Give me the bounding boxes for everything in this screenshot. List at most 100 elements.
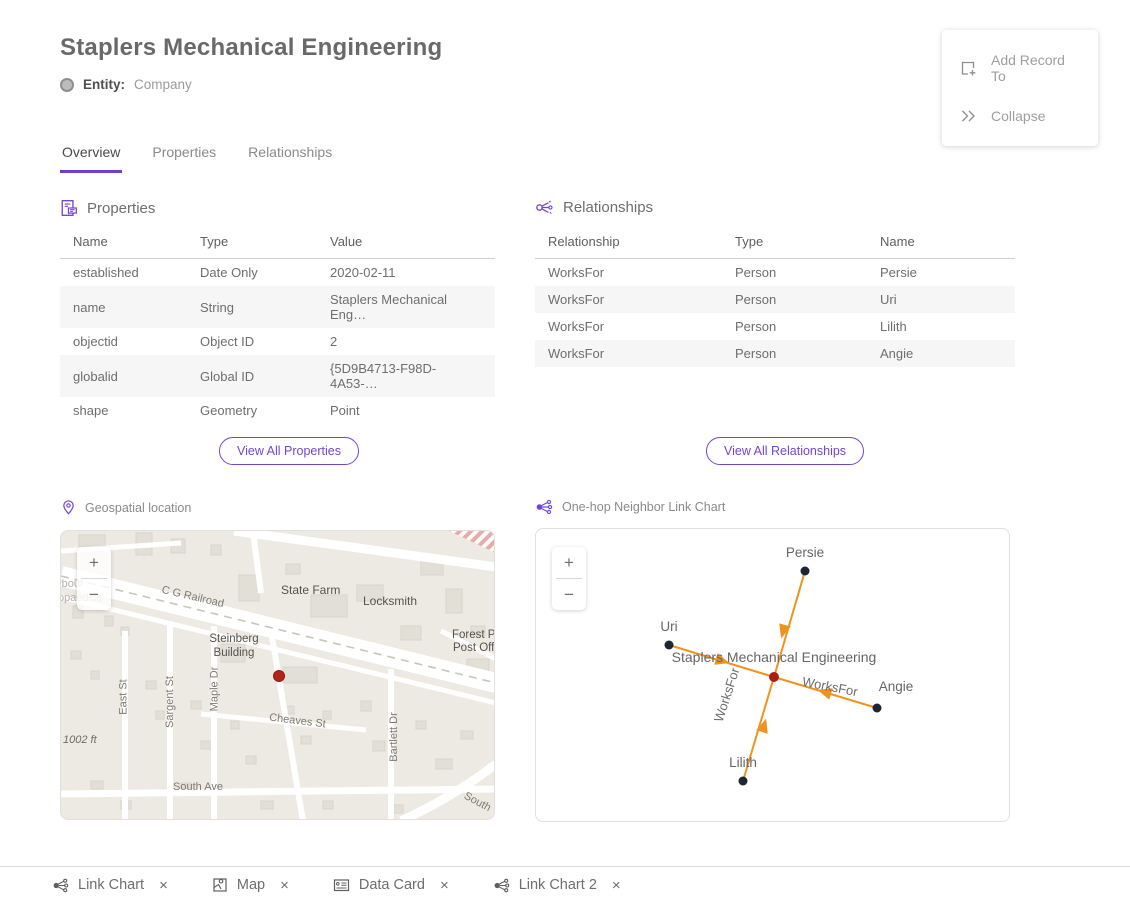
geospatial-section-heading: Geospatial location — [61, 499, 191, 516]
cell-name: name — [60, 286, 187, 328]
bottom-tab-label: Map — [237, 877, 265, 893]
chart-zoom-control: + − — [552, 547, 586, 610]
cell-type: Person — [722, 340, 867, 367]
cell-type: Geometry — [187, 397, 317, 424]
cell-type: Person — [722, 313, 867, 340]
menu-item-label: Collapse — [991, 108, 1045, 124]
cell-name: objectid — [60, 328, 187, 355]
entity-link[interactable]: Lilith — [867, 313, 1015, 340]
table-row[interactable]: established Date Only 2020-02-11 — [60, 259, 495, 287]
link-chart-icon — [52, 878, 69, 893]
map-label: Sargent St — [164, 676, 176, 728]
cell-name: shape — [60, 397, 187, 424]
close-tab-icon[interactable]: × — [612, 878, 621, 893]
cell-type: String — [187, 286, 317, 328]
table-row[interactable]: objectid Object ID 2 — [60, 328, 495, 355]
cell-name: globalid — [60, 355, 187, 397]
node-persie[interactable] — [801, 567, 810, 576]
link-chart-canvas — [536, 529, 1010, 822]
relationship-link[interactable]: WorksFor — [535, 313, 722, 340]
column-header: Value — [317, 228, 495, 259]
cell-type: Person — [722, 259, 867, 287]
properties-table: Name Type Value established Date Only 20… — [60, 228, 495, 424]
relationships-section-heading: Relationships — [535, 199, 653, 216]
node-center-company[interactable] — [769, 672, 779, 682]
section-title: Relationships — [563, 199, 653, 216]
relationship-link[interactable]: WorksFor — [535, 259, 722, 287]
cell-type: Person — [722, 286, 867, 313]
section-title: One-hop Neighbor Link Chart — [562, 500, 725, 514]
geospatial-map[interactable]: rbour opaedics C G Railroad State Farm L… — [60, 530, 495, 820]
table-row[interactable]: shape Geometry Point — [60, 397, 495, 424]
column-header: Name — [867, 228, 1015, 259]
data-card-icon — [333, 877, 350, 893]
tab-overview[interactable]: Overview — [60, 142, 122, 173]
cell-value: Point — [317, 397, 495, 424]
location-marker-icon — [274, 671, 285, 682]
table-header-row: Name Type Value — [60, 228, 495, 259]
cell-value: {5D9B4713-F98D-4A53-… — [317, 355, 495, 397]
map-label: State Farm — [281, 583, 340, 597]
data-card-page: Staplers Mechanical Engineering Entity: … — [0, 0, 1130, 903]
close-tab-icon[interactable]: × — [440, 878, 449, 893]
one-hop-link-chart[interactable]: Persie Uri Angie Lilith Staplers Mechani… — [535, 528, 1010, 822]
zoom-in-button[interactable]: + — [552, 547, 586, 578]
tab-relationships[interactable]: Relationships — [246, 142, 334, 173]
map-icon — [212, 877, 228, 893]
bottom-tab-link-chart[interactable]: Link Chart × — [30, 877, 190, 893]
table-row[interactable]: WorksFor Person Angie — [535, 340, 1015, 367]
table-row[interactable]: name String Staplers Mechanical Eng… — [60, 286, 495, 328]
relationship-link[interactable]: WorksFor — [535, 286, 722, 313]
zoom-in-button[interactable]: + — [77, 547, 111, 578]
view-all-properties-button[interactable]: View All Properties — [219, 437, 359, 465]
table-row[interactable]: globalid Global ID {5D9B4713-F98D-4A53-… — [60, 355, 495, 397]
node-angie[interactable] — [873, 704, 882, 713]
chart-nodes[interactable] — [665, 567, 882, 786]
node-label-angie: Angie — [866, 679, 926, 694]
entity-label: Entity: — [83, 77, 125, 92]
column-header: Type — [187, 228, 317, 259]
node-label-center: Staplers Mechanical Engineering — [649, 649, 899, 665]
map-label: Locksmith — [363, 594, 417, 608]
view-all-relationships-button[interactable]: View All Relationships — [706, 437, 864, 465]
map-label: South Ave — [173, 781, 223, 793]
bottom-tab-data-card[interactable]: Data Card × — [311, 877, 471, 893]
relationship-link[interactable]: WorksFor — [535, 340, 722, 367]
menu-item-label: Add Record To — [991, 52, 1080, 84]
entity-link[interactable]: Angie — [867, 340, 1015, 367]
map-label: Maple Dr — [208, 667, 220, 712]
table-row[interactable]: WorksFor Person Uri — [535, 286, 1015, 313]
node-label-uri: Uri — [639, 619, 699, 634]
tab-properties[interactable]: Properties — [150, 142, 218, 173]
column-header: Relationship — [535, 228, 722, 259]
link-chart-icon — [493, 878, 510, 893]
bottom-tab-map[interactable]: Map × — [190, 877, 311, 893]
entity-color-dot-icon — [60, 78, 74, 92]
zoom-out-button[interactable]: − — [552, 579, 586, 610]
map-label: Steinberg Building — [201, 632, 267, 661]
bottom-tab-link-chart-2[interactable]: Link Chart 2 × — [471, 877, 643, 893]
close-tab-icon[interactable]: × — [159, 878, 168, 893]
menu-item-collapse[interactable]: Collapse — [942, 96, 1098, 136]
entity-link[interactable]: Persie — [867, 259, 1015, 287]
zoom-out-button[interactable]: − — [77, 579, 111, 610]
table-row[interactable]: WorksFor Person Lilith — [535, 313, 1015, 340]
add-record-icon — [960, 60, 977, 77]
entity-link[interactable]: Uri — [867, 286, 1015, 313]
cell-value: Staplers Mechanical Eng… — [317, 286, 495, 328]
link-chart-section-heading: One-hop Neighbor Link Chart — [535, 499, 725, 515]
table-row[interactable]: WorksFor Person Persie — [535, 259, 1015, 287]
section-title: Properties — [87, 200, 155, 217]
context-menu: Add Record To Collapse — [942, 30, 1098, 146]
node-lilith[interactable] — [739, 777, 748, 786]
map-label: Forest Par — [452, 629, 495, 641]
bottom-tab-bar: Link Chart × Map × Data Card × — [0, 866, 1130, 903]
map-label: Bartlett Dr — [388, 712, 400, 762]
relationships-table: Relationship Type Name WorksFor Person P… — [535, 228, 1015, 367]
menu-item-add-record-to[interactable]: Add Record To — [942, 40, 1098, 96]
close-tab-icon[interactable]: × — [280, 878, 289, 893]
bottom-tab-label: Link Chart — [78, 877, 144, 893]
table-header-row: Relationship Type Name — [535, 228, 1015, 259]
properties-icon — [60, 199, 78, 217]
map-canvas — [61, 531, 495, 820]
